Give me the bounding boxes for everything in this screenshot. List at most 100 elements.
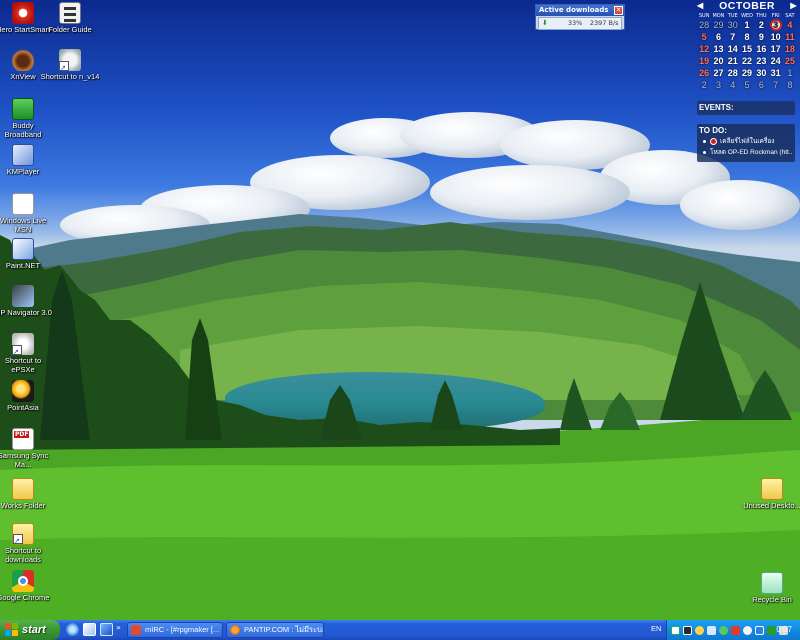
tray-app-icon[interactable] xyxy=(683,625,692,635)
calendar-day[interactable]: 8 xyxy=(740,31,754,43)
calendar-day-label: 21 xyxy=(727,56,738,66)
tray-app-icon[interactable] xyxy=(707,625,716,635)
calendar-day[interactable]: 6 xyxy=(754,79,768,91)
calendar-day[interactable]: 3 xyxy=(711,79,725,91)
desktop-icon-recycle-bin[interactable]: Recycle Bin xyxy=(742,572,800,605)
desktop-icon-samsung-sync[interactable]: Samsung Sync Ma... xyxy=(0,428,53,469)
calendar-day[interactable]: 10 xyxy=(768,31,782,43)
todo-item[interactable]: เคลียร์ไฟล์ในเครื่อง xyxy=(699,136,793,147)
desktop-icon-kmplayer[interactable]: KMPlayer xyxy=(0,144,53,177)
calendar-day[interactable]: 18 xyxy=(783,43,797,55)
desktop-icon-pointasia[interactable]: PointAsia xyxy=(0,380,53,413)
calendar-day-today[interactable]: 3 xyxy=(768,19,782,31)
taskbar-button-mirc[interactable]: mIRC - [#rpgmaker [... xyxy=(127,622,223,638)
calendar-day[interactable]: 16 xyxy=(754,43,768,55)
calendar-day[interactable]: 7 xyxy=(726,31,740,43)
tray-app-icon[interactable] xyxy=(671,625,680,635)
calendar-day[interactable]: 28 xyxy=(726,67,740,79)
calendar-day[interactable]: 29 xyxy=(740,67,754,79)
todo-item[interactable]: โหลด OP-ED Rockman (htt... xyxy=(699,147,793,158)
desktop-icon-paintnet[interactable]: Paint.NET xyxy=(0,238,53,271)
calendar-day[interactable]: 2 xyxy=(754,19,768,31)
calendar-day[interactable]: 30 xyxy=(726,19,740,31)
calendar-day[interactable]: 22 xyxy=(740,55,754,67)
calendar-day[interactable]: 23 xyxy=(754,55,768,67)
calendar-day[interactable]: 1 xyxy=(783,67,797,79)
show-desktop-icon[interactable] xyxy=(83,623,96,636)
calendar-day[interactable]: 14 xyxy=(726,43,740,55)
calendar-day[interactable]: 31 xyxy=(768,67,782,79)
calendar-day-label: 8 xyxy=(787,80,793,90)
calendar-day-label: 2 xyxy=(701,80,707,90)
calendar-day-label: 19 xyxy=(699,56,710,66)
folder-guide-icon xyxy=(59,2,81,24)
active-downloads-widget[interactable]: Active downloads ✕ ⬇ 33% 2397 B/s xyxy=(535,4,625,30)
calendar-day[interactable]: 15 xyxy=(740,43,754,55)
tray-app-icon[interactable] xyxy=(719,625,728,635)
calendar-day[interactable]: 5 xyxy=(740,79,754,91)
calendar-day[interactable]: 2 xyxy=(697,79,711,91)
calendar-day-label: 16 xyxy=(756,44,767,54)
start-button[interactable]: start xyxy=(0,620,60,640)
windows-media-icon[interactable] xyxy=(100,623,113,636)
calendar-next-icon[interactable]: ▶ xyxy=(790,0,797,12)
clock[interactable]: 0:07 xyxy=(776,620,792,640)
calendar-day[interactable]: 26 xyxy=(697,67,711,79)
calendar-day[interactable]: 29 xyxy=(711,19,725,31)
desktop-icon-unused-desktop[interactable]: Unused Deskto... xyxy=(742,478,800,511)
calendar-day-label: 5 xyxy=(701,32,707,42)
calendar-day-label: 4 xyxy=(787,20,793,30)
quick-launch-more-icon[interactable]: » xyxy=(116,623,121,632)
desktop-icon-windows-live-msn[interactable]: Windows Live MSN xyxy=(0,193,53,234)
calendar-day-label: 10 xyxy=(770,32,781,42)
calendar-day[interactable]: 21 xyxy=(726,55,740,67)
downloads-shortcut-icon xyxy=(12,523,34,545)
internet-explorer-icon[interactable] xyxy=(66,623,79,636)
windows-logo-icon xyxy=(5,623,18,636)
desktop-icon-shortcut-n-v14[interactable]: Shortcut to n_v14 xyxy=(40,49,100,82)
calendar-day[interactable]: 12 xyxy=(697,43,711,55)
calendar-day[interactable]: 17 xyxy=(768,43,782,55)
calendar-day[interactable]: 4 xyxy=(783,19,797,31)
calendar-day[interactable]: 27 xyxy=(711,67,725,79)
calendar-day[interactable]: 4 xyxy=(726,79,740,91)
todo-item-label: เคลียร์ไฟล์ในเครื่อง xyxy=(720,138,775,145)
desktop-icon-folder-guide[interactable]: Folder Guide xyxy=(40,2,100,35)
desktop-icon-google-chrome[interactable]: Google Chrome xyxy=(0,570,53,603)
desktop-icon-mp-navigator[interactable]: MP Navigator 3.0 xyxy=(0,285,53,318)
calendar-day-label: 6 xyxy=(715,32,721,42)
calendar-day[interactable]: 20 xyxy=(711,55,725,67)
desktop-icon-shortcut-epsxe[interactable]: Shortcut to ePSXe xyxy=(0,333,53,374)
calendar-day[interactable]: 11 xyxy=(783,31,797,43)
network-icon[interactable] xyxy=(755,625,764,635)
desktop-icon-shortcut-downloads[interactable]: Shortcut to downloads xyxy=(0,523,53,564)
download-row[interactable]: ⬇ 33% 2397 B/s xyxy=(538,17,622,30)
calendar-prev-icon[interactable]: ◀ xyxy=(697,0,704,12)
calendar-day[interactable]: 1 xyxy=(740,19,754,31)
recycle-bin-icon xyxy=(761,572,783,594)
calendar-day[interactable]: 19 xyxy=(697,55,711,67)
desktop-icon-works-folder[interactable]: Works Folder xyxy=(0,478,53,511)
calendar-day[interactable]: 9 xyxy=(754,31,768,43)
calendar-day-label: 28 xyxy=(699,20,710,30)
calendar-day-label: 9 xyxy=(758,32,764,42)
calendar-day[interactable]: 30 xyxy=(754,67,768,79)
calendar-header: ◀ OCTOBER ▶ xyxy=(697,0,797,12)
close-icon[interactable]: ✕ xyxy=(614,6,623,15)
calendar-day[interactable]: 5 xyxy=(697,31,711,43)
language-indicator[interactable]: EN xyxy=(651,624,661,633)
tray-app-icon[interactable] xyxy=(767,625,776,635)
calendar-day[interactable]: 7 xyxy=(768,79,782,91)
calendar-day[interactable]: 25 xyxy=(783,55,797,67)
calendar-day[interactable]: 6 xyxy=(711,31,725,43)
tray-app-icon[interactable] xyxy=(743,625,752,635)
calendar-day[interactable]: 13 xyxy=(711,43,725,55)
tray-app-icon[interactable] xyxy=(731,625,740,635)
taskbar-button-pantip[interactable]: PANTIP.COM : ไม่มีระบอดี... xyxy=(226,622,324,638)
desktop-icon-buddy-broadband[interactable]: Buddy Broadband xyxy=(0,98,53,139)
tray-app-icon[interactable] xyxy=(695,625,704,635)
calendar-day[interactable]: 24 xyxy=(768,55,782,67)
calendar-day[interactable]: 8 xyxy=(783,79,797,91)
calendar-day[interactable]: 28 xyxy=(697,19,711,31)
desktop[interactable]: Nero StartSmart Folder Guide XnView Shor… xyxy=(0,0,800,620)
